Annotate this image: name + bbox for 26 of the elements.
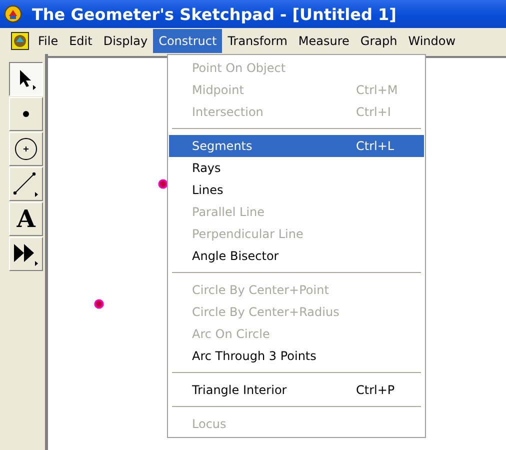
menu-item[interactable]: Angle Bisector [169,245,424,267]
point-icon [22,110,30,118]
window-title: The Geometer's Sketchpad - [Untitled 1] [32,4,396,24]
menu-item[interactable]: Arc Through 3 Points [169,345,424,367]
double-arrow-icon [12,241,40,267]
menu-bar-item[interactable]: File [32,29,64,53]
menu-bar-item[interactable]: Construct [152,29,222,53]
menu-bar-item[interactable]: Display [97,29,153,53]
menu-bar-item[interactable]: Transform [222,29,292,53]
menu-item[interactable]: Triangle Interior Ctrl+P [169,379,424,401]
menu-bar-item[interactable]: Graph [354,29,402,53]
circle-icon [14,137,38,161]
point-marker[interactable] [158,179,168,189]
point-marker[interactable] [94,299,104,309]
tool-button[interactable] [9,62,43,96]
menu-item[interactable]: Rays [169,157,424,179]
menu-bar-item[interactable]: Measure [292,29,354,53]
menu-item[interactable]: Lines [169,179,424,201]
text-tool-label: A [16,207,36,231]
app-icon [4,5,22,23]
document-icon[interactable] [11,32,29,50]
menu-bar-item[interactable]: Edit [63,29,98,53]
menu-bar-item[interactable]: Window [402,29,461,53]
tool-button[interactable]: A [9,202,43,236]
menu-item[interactable]: Segments Ctrl+L [169,135,424,157]
segment-icon [12,170,40,198]
